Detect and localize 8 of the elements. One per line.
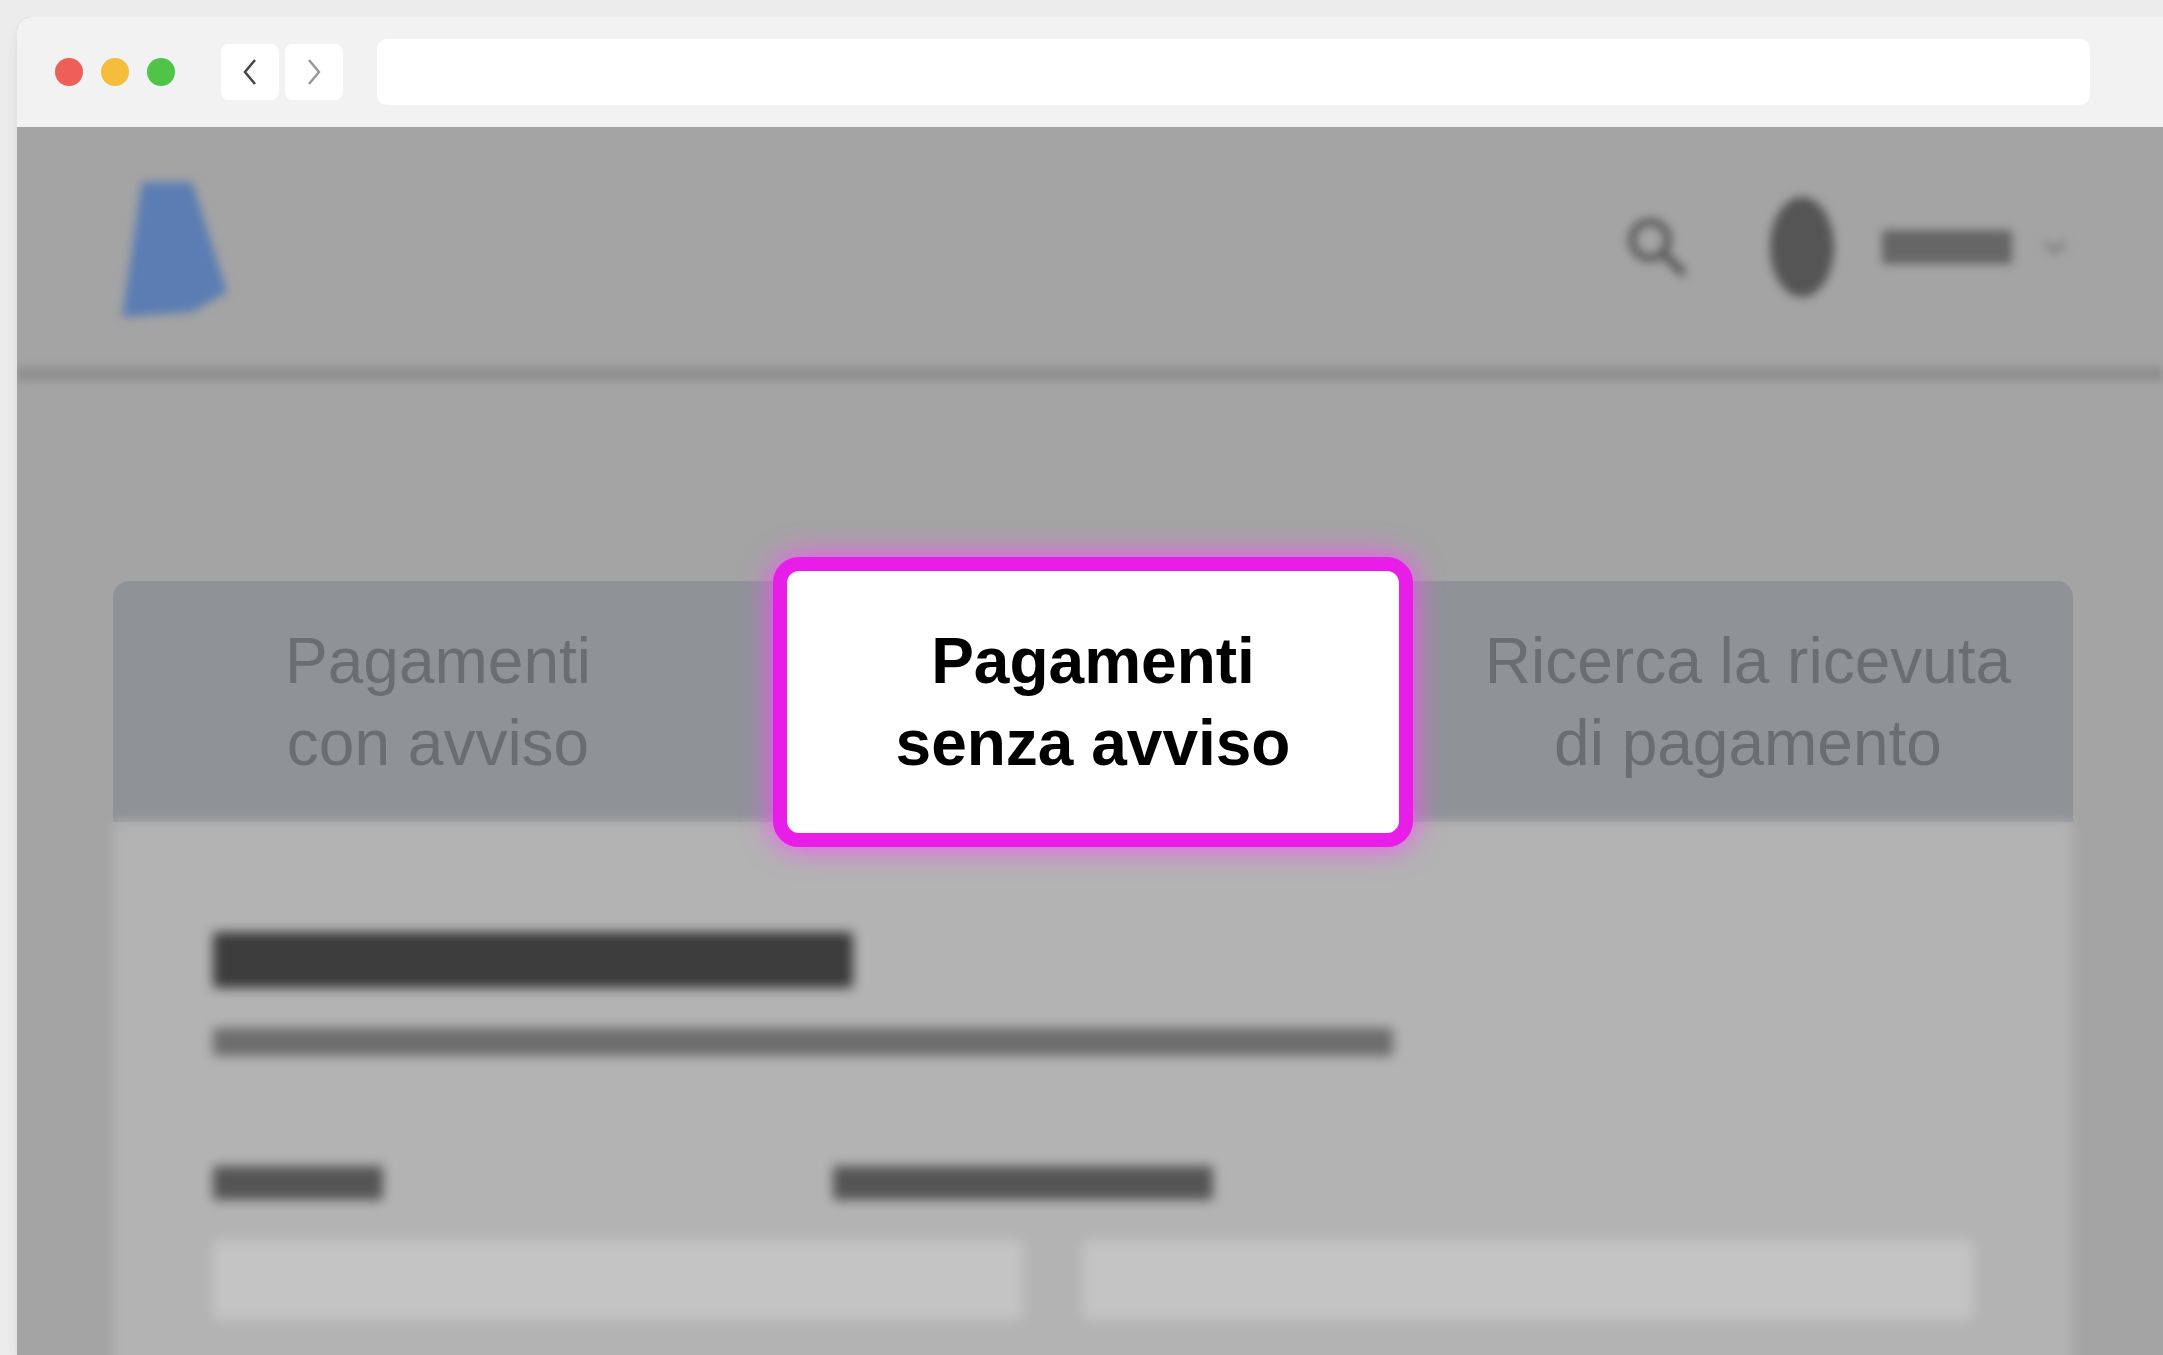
maximize-button[interactable] xyxy=(147,58,175,86)
minimize-button[interactable] xyxy=(101,58,129,86)
back-button[interactable] xyxy=(221,44,279,100)
close-button[interactable] xyxy=(55,58,83,86)
back-icon xyxy=(242,58,258,86)
tab[interactable]: Pagamenti senza avviso xyxy=(773,556,1413,847)
forward-icon xyxy=(306,58,322,86)
forward-button[interactable] xyxy=(285,44,343,100)
